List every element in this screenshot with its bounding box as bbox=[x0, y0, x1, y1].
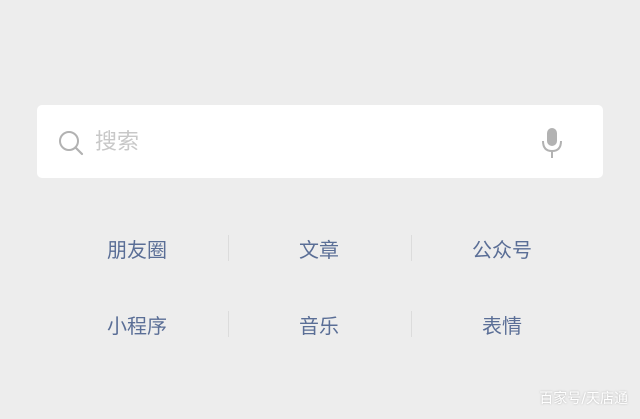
category-grid: 朋友圈 文章 公众号 小程序 音乐 表情 bbox=[46, 210, 594, 362]
search-box[interactable] bbox=[37, 105, 603, 178]
category-row: 朋友圈 文章 公众号 bbox=[46, 210, 594, 286]
category-row: 小程序 音乐 表情 bbox=[46, 286, 594, 362]
category-stickers[interactable]: 表情 bbox=[411, 286, 593, 362]
category-official-accounts[interactable]: 公众号 bbox=[411, 210, 593, 286]
category-mini-programs[interactable]: 小程序 bbox=[46, 286, 228, 362]
watermark: 百家号/天店通 bbox=[539, 391, 628, 407]
search-input[interactable] bbox=[95, 123, 515, 161]
microphone-icon[interactable] bbox=[541, 127, 563, 159]
category-moments[interactable]: 朋友圈 bbox=[46, 210, 228, 286]
category-articles[interactable]: 文章 bbox=[228, 210, 410, 286]
category-music[interactable]: 音乐 bbox=[228, 286, 410, 362]
search-icon bbox=[59, 131, 84, 156]
